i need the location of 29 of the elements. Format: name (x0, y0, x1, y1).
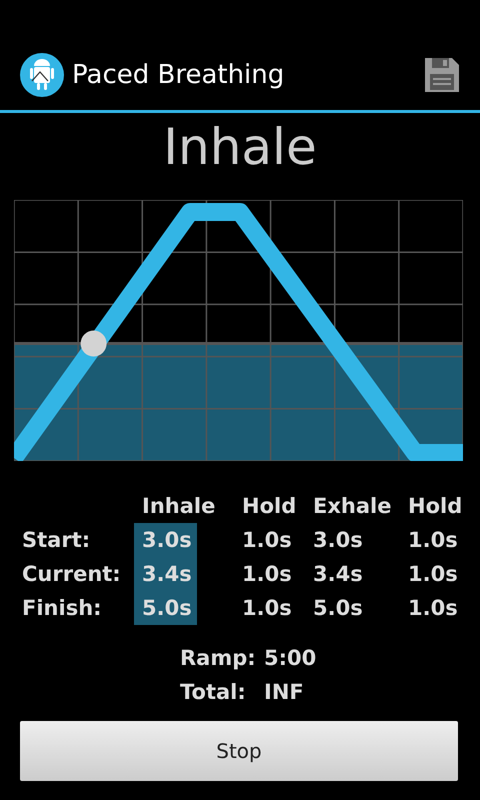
table-cell: 3.0s (134, 523, 197, 557)
table-cell-text: 3.0s (312, 527, 364, 554)
summary-label: Total: (180, 679, 247, 706)
table-cell-text: 1.0s (407, 595, 459, 622)
table-cell-text: 1.0s (241, 561, 293, 588)
column-header: Inhale (141, 493, 216, 520)
app-icon (20, 53, 64, 97)
table-cell-text: 3.4s (312, 561, 364, 588)
table-cell-text: 5.0s (312, 595, 364, 622)
table-cell-text: 1.0s (241, 527, 293, 554)
table-cell-text: 1.0s (407, 561, 459, 588)
save-icon[interactable] (424, 57, 460, 93)
table-cell: 3.4s (134, 557, 197, 591)
table-cell-text: 1.0s (241, 595, 293, 622)
phase-label: Inhale (162, 117, 318, 177)
table-cell-text: 1.0s (407, 527, 459, 554)
row-label: Finish: (22, 595, 103, 622)
table-cell: 5.0s (134, 591, 197, 625)
summary-label: Ramp: (180, 645, 256, 672)
column-header: Hold (407, 493, 464, 520)
position-dot (80, 330, 107, 357)
row-label: Start: (22, 527, 92, 554)
column-header: Exhale (312, 493, 392, 520)
row-label: Current: (22, 561, 122, 588)
app-title: Paced Breathing (72, 60, 286, 90)
column-header: Hold (241, 493, 298, 520)
summary-value: 5:00 (264, 645, 316, 672)
summary-value: INF (264, 679, 304, 706)
stop-button[interactable]: Stop (20, 721, 458, 781)
